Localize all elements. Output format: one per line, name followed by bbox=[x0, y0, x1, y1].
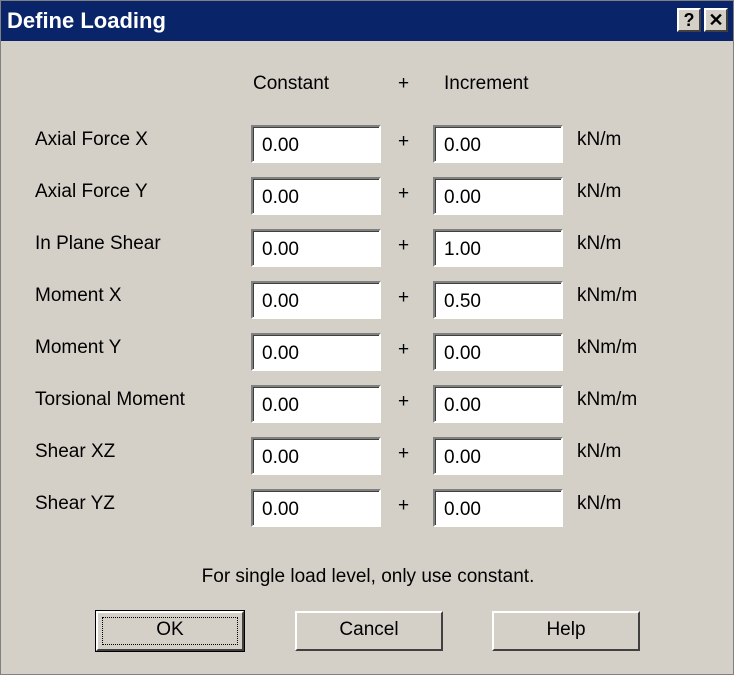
constant-input-torsional-moment[interactable]: 0.00 bbox=[251, 385, 381, 423]
unit-label: kN/m bbox=[577, 493, 622, 514]
unit-label: kN/m bbox=[577, 233, 622, 254]
plus-sign: + bbox=[398, 339, 410, 360]
ok-button[interactable]: OK bbox=[95, 610, 245, 652]
title-bar[interactable]: Define Loading ? ✕ bbox=[1, 1, 733, 41]
help-icon[interactable]: ? bbox=[677, 8, 701, 32]
constant-input-in-plane-shear[interactable]: 0.00 bbox=[251, 229, 381, 267]
row-label-axial-force-x: Axial Force X bbox=[35, 129, 148, 150]
unit-label: kNm/m bbox=[577, 337, 638, 358]
define-loading-dialog: Define Loading ? ✕ Constant + Increment … bbox=[0, 0, 734, 675]
help-button[interactable]: Help bbox=[492, 611, 640, 651]
row-label-moment-x: Moment X bbox=[35, 285, 122, 306]
constant-header: Constant bbox=[253, 73, 330, 94]
row-label-moment-y: Moment Y bbox=[35, 337, 122, 358]
constant-input-moment-x[interactable]: 0.00 bbox=[251, 281, 381, 319]
plus-sign: + bbox=[398, 131, 410, 152]
close-icon[interactable]: ✕ bbox=[704, 8, 728, 32]
plus-sign: + bbox=[398, 495, 410, 516]
plus-sign: + bbox=[398, 183, 410, 204]
constant-input-shear-yz[interactable]: 0.00 bbox=[251, 489, 381, 527]
constant-input-moment-y[interactable]: 0.00 bbox=[251, 333, 381, 371]
plus-sign: + bbox=[398, 287, 410, 308]
constant-input-axial-force-y[interactable]: 0.00 bbox=[251, 177, 381, 215]
cancel-button[interactable]: Cancel bbox=[295, 611, 443, 651]
unit-label: kN/m bbox=[577, 181, 622, 202]
increment-input-moment-y[interactable]: 0.00 bbox=[433, 333, 563, 371]
increment-input-axial-force-x[interactable]: 0.00 bbox=[433, 125, 563, 163]
unit-label: kNm/m bbox=[577, 389, 638, 410]
single-load-note: For single load level, only use constant… bbox=[201, 566, 535, 587]
increment-header: Increment bbox=[444, 73, 529, 94]
row-label-shear-yz: Shear YZ bbox=[35, 493, 115, 514]
unit-label: kNm/m bbox=[577, 285, 638, 306]
plus-sign: + bbox=[398, 443, 410, 464]
plus-sign: + bbox=[398, 235, 410, 256]
constant-input-axial-force-x[interactable]: 0.00 bbox=[251, 125, 381, 163]
plus-sign: + bbox=[398, 391, 410, 412]
increment-input-axial-force-y[interactable]: 0.00 bbox=[433, 177, 563, 215]
increment-input-moment-x[interactable]: 0.50 bbox=[433, 281, 563, 319]
increment-input-shear-yz[interactable]: 0.00 bbox=[433, 489, 563, 527]
row-label-in-plane-shear: In Plane Shear bbox=[35, 233, 161, 254]
increment-input-in-plane-shear[interactable]: 1.00 bbox=[433, 229, 563, 267]
increment-input-torsional-moment[interactable]: 0.00 bbox=[433, 385, 563, 423]
focus-rectangle bbox=[102, 617, 238, 645]
row-label-torsional-moment: Torsional Moment bbox=[35, 389, 185, 410]
unit-label: kN/m bbox=[577, 129, 622, 150]
unit-label: kN/m bbox=[577, 441, 622, 462]
constant-input-shear-xz[interactable]: 0.00 bbox=[251, 437, 381, 475]
increment-input-shear-xz[interactable]: 0.00 bbox=[433, 437, 563, 475]
row-label-axial-force-y: Axial Force Y bbox=[35, 181, 148, 202]
plus-header: + bbox=[398, 73, 410, 94]
dialog-title: Define Loading bbox=[7, 8, 166, 33]
row-label-shear-xz: Shear XZ bbox=[35, 441, 116, 462]
